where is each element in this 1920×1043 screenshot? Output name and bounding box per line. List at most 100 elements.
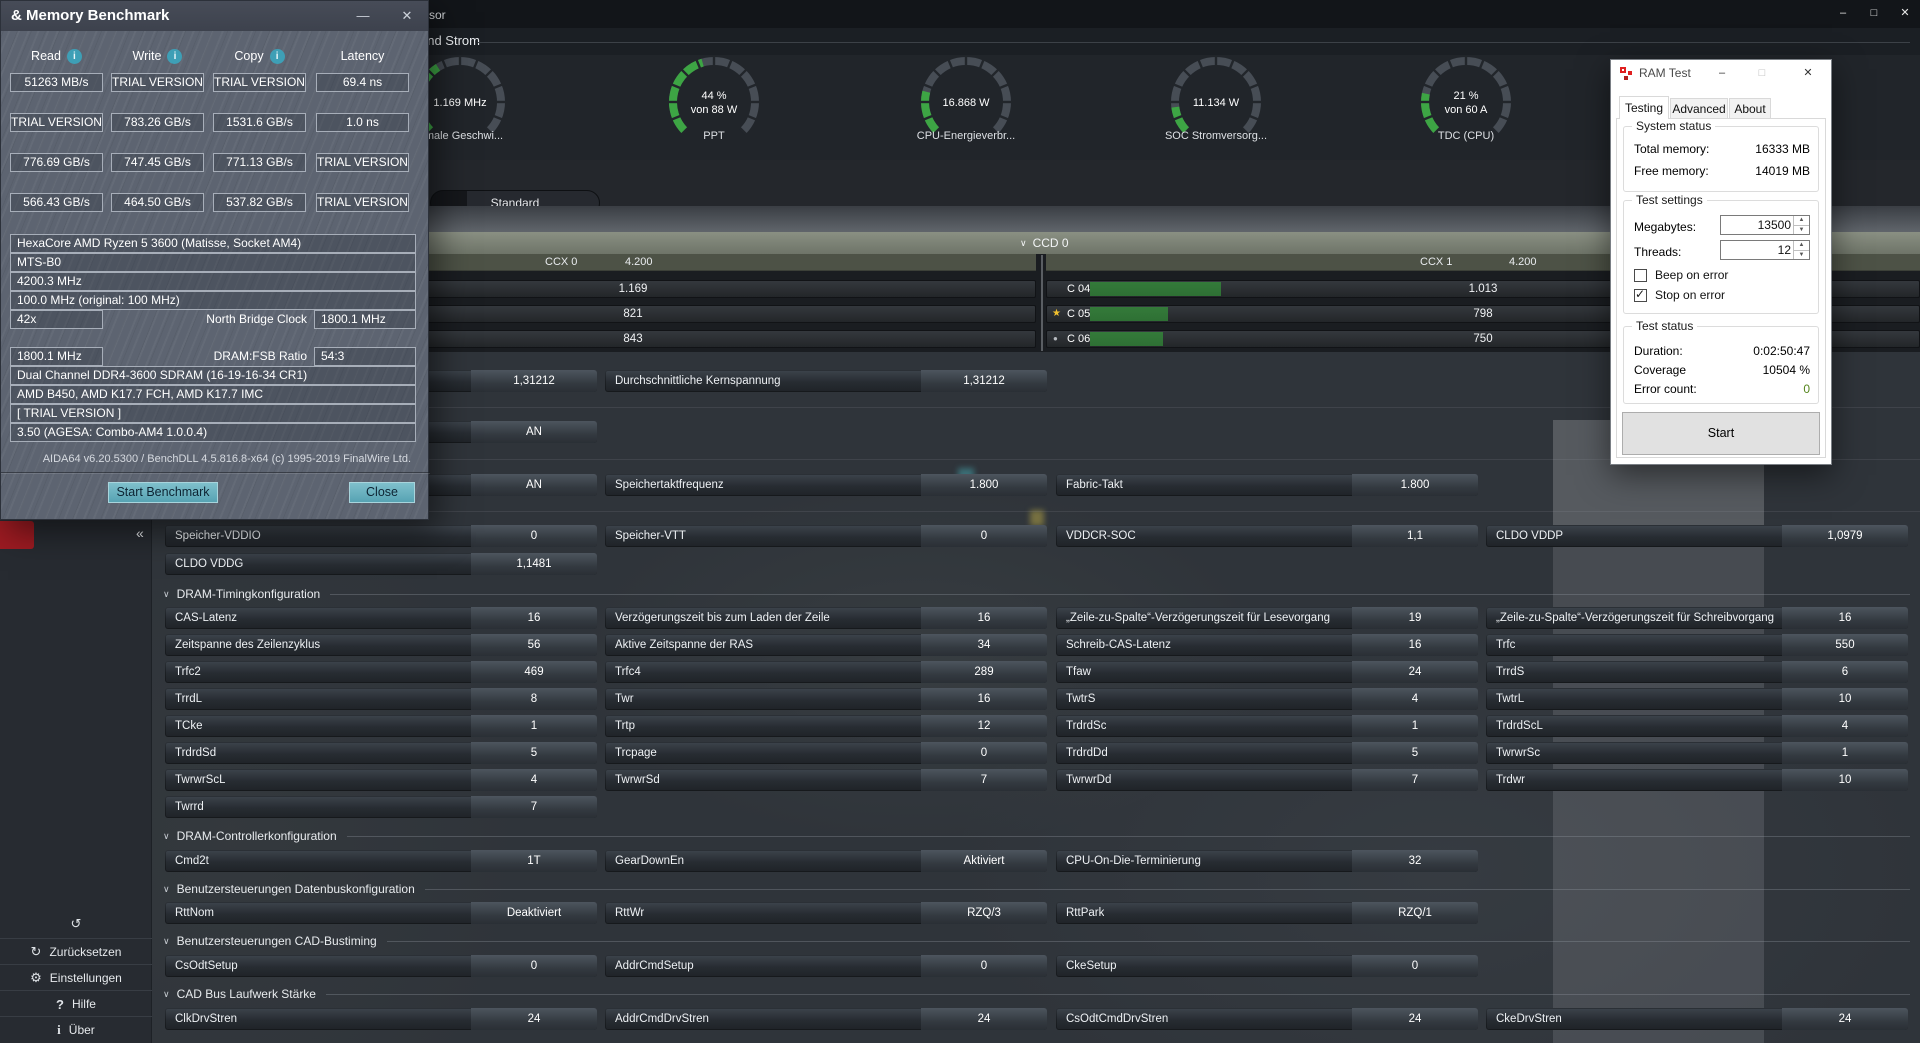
megabytes-value[interactable]: 13500 [1721,216,1791,234]
sidebar-divider [0,1016,152,1017]
section-header[interactable]: ∨ Benutzersteuerungen Datenbuskonfigurati… [163,881,1910,897]
close-icon[interactable]: ✕ [394,1,420,31]
sidebar-item-label: Zurücksetzen [49,945,122,959]
stepper-buttons[interactable]: ▲ ▼ [1793,241,1809,259]
stepper-up-icon[interactable]: ▲ [1794,241,1809,250]
row-value: AN [471,421,597,443]
column-label: Write [132,49,162,63]
system-info-row: 4200.3 MHz [10,272,416,291]
total-memory-label: Total memory: [1634,142,1710,156]
sidebar-collapse-chevron[interactable]: « [136,525,144,541]
section-header[interactable]: ∨ DRAM-Timingkonfiguration [163,586,1910,602]
section-divider [386,940,1910,942]
maximize-icon[interactable]: □ [1749,60,1775,87]
info-icon[interactable]: i [269,48,285,64]
tab-advanced[interactable]: Advanced [1670,98,1728,119]
group-title: System status [1632,119,1716,133]
duration-value: 0:02:50:47 [1753,344,1810,358]
tab-about[interactable]: About [1729,98,1771,119]
row-value: 24 [471,1008,597,1030]
stepper-buttons[interactable]: ▲ ▼ [1793,216,1809,234]
table-row-pill: AddrCmdSetup 0 [605,955,1047,977]
row-value: 10 [1782,769,1908,791]
section-title: Benutzersteuerungen CAD-Bustiming [176,934,377,948]
info-icon[interactable]: i [167,48,183,64]
section-title: DRAM-Controllerkonfiguration [176,829,337,843]
row-value: 8 [471,688,597,710]
benchmark-titlebar[interactable]: & Memory Benchmark — ✕ [1,1,428,31]
stepper-down-icon[interactable]: ▼ [1794,225,1809,234]
chevron-down-icon[interactable]: ∨ [163,936,170,947]
beep-on-error-label[interactable]: Beep on error [1655,269,1728,282]
row-label: Zeitspanne des Zeilenzyklus [175,639,321,651]
table-row-pill: AddrCmdDrvStren 24 [605,1008,1047,1030]
column-label: Latency [340,49,385,63]
threads-stepper[interactable]: 12 ▲ ▼ [1720,240,1810,260]
start-button[interactable]: Start [1622,412,1820,455]
info-icon[interactable]: i [66,48,82,64]
stepper-down-icon[interactable]: ▼ [1794,250,1809,259]
column-label: Read [31,49,61,63]
start-benchmark-button[interactable]: Start Benchmark [108,482,218,503]
sidebar-item-help[interactable]: ? Hilfe [0,992,152,1016]
row-label: Trfc2 [175,666,201,678]
table-row-pill: Durchschnittliche Kernspannung 1,31212 [605,370,1047,392]
system-info-label: DRAM:FSB Ratio [213,349,307,363]
chevron-down-icon[interactable]: ∨ [163,589,170,600]
row-value: 56 [471,634,597,656]
sidebar-item-settings[interactable]: ⚙ Einstellungen [0,966,152,990]
row-value: 24 [1782,1008,1908,1030]
chevron-down-icon[interactable]: ∨ [163,831,170,842]
sidebar-item-undo[interactable]: ↺ [0,912,152,936]
sidebar-item-reset[interactable]: ↻ Zurücksetzen [0,940,152,964]
table-row-pill: TwrwrSc 1 [1486,742,1908,764]
row-label: ClkDrvStren [175,1013,237,1025]
close-button[interactable]: Close [349,482,415,503]
section-divider [325,993,1910,995]
row-value: 1,1 [1352,525,1478,547]
table-row-pill: TrdrdSd 5 [165,742,597,764]
row-label: GearDownEn [615,855,685,867]
row-label: Speichertaktfrequenz [615,479,724,491]
row-value: 16 [471,607,597,629]
tab-testing[interactable]: Testing [1619,96,1669,119]
row-label: Trfc4 [615,666,641,678]
minimize-icon[interactable]: — [350,1,376,31]
table-row-pill: Cmd2t 1T [165,850,597,872]
table-row-pill: Schreib-CAS-Latenz 16 [1056,634,1478,656]
benchmark-result-cell: 537.82 GB/s [213,193,306,212]
threads-value[interactable]: 12 [1721,241,1791,259]
sidebar-item-about[interactable]: i Über [0,1018,152,1042]
close-icon[interactable]: ✕ [1795,60,1821,87]
table-row-pill: GearDownEn Aktiviert [605,850,1047,872]
row-label: CkeSetup [1066,960,1117,972]
row-value: 1,0979 [1782,525,1908,547]
system-info-row: HexaCore AMD Ryzen 5 3600 (Matisse, Sock… [10,234,416,253]
ram-test-window: RAM Test – □ ✕ Testing Advanced About Sy… [1610,59,1832,465]
section-header[interactable]: ∨ Benutzersteuerungen CAD-Bustiming [163,933,1910,949]
table-row-pill: Speicher-VTT 0 [605,525,1047,547]
row-label: TrrdS [1496,666,1525,678]
chevron-down-icon[interactable]: ∨ [163,989,170,1000]
section-header[interactable]: ∨ DRAM-Controllerkonfiguration [163,828,1910,844]
beep-on-error-checkbox[interactable] [1634,269,1647,282]
row-label: TrdrdDd [1066,747,1108,759]
row-value: 4 [471,769,597,791]
stepper-up-icon[interactable]: ▲ [1794,216,1809,225]
benchmark-result-cell: 776.69 GB/s [10,153,103,172]
stop-on-error-checkbox[interactable]: ✓ [1634,287,1647,302]
system-info-cell: 54:3 [314,347,416,366]
minimize-icon[interactable]: – [1709,60,1735,87]
test-status-group: Test status Duration: 0:02:50:47 Coverag… [1623,319,1819,404]
row-value: 1 [1782,742,1908,764]
stop-on-error-label[interactable]: Stop on error [1655,289,1725,302]
group-title: Test status [1632,319,1698,333]
row-label: TwtrL [1496,693,1525,705]
table-row-pill: „Zeile-zu-Spalte“-Verzögerungszeit für L… [1056,607,1478,629]
megabytes-stepper[interactable]: 13500 ▲ ▼ [1720,215,1810,235]
row-value: 1,1481 [471,553,597,575]
section-header[interactable]: ∨ CAD Bus Laufwerk Stärke [163,986,1910,1002]
row-label: Twrrd [175,801,204,813]
table-row-pill: CAS-Latenz 16 [165,607,597,629]
chevron-down-icon[interactable]: ∨ [163,884,170,895]
